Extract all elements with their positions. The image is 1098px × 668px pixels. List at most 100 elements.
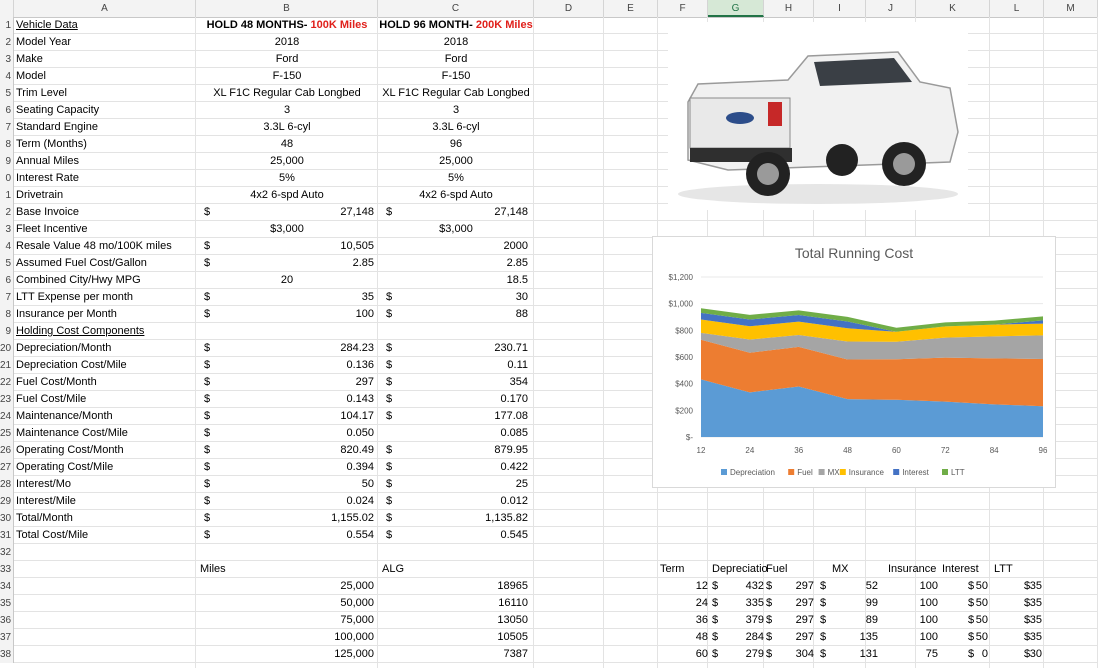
term-fuel-value[interactable]: 297 [770,612,814,629]
select-all-corner[interactable] [0,0,14,17]
row-label[interactable]: Standard Engine [16,119,98,136]
row-number[interactable]: 6 [0,272,14,289]
term-ins-value[interactable]: 100 [900,578,938,595]
term-ins-value[interactable]: 75 [900,646,938,663]
term-term-value[interactable]: 48 [660,629,708,646]
hold48-value[interactable]: 100 [300,306,374,323]
row-number[interactable]: 4 [0,68,14,85]
row-label[interactable]: Model [16,68,46,85]
row-number[interactable]: 34 [0,578,14,595]
term-dep-value[interactable]: 432 [720,578,764,595]
row-label[interactable]: Depreciation/Month [16,340,111,357]
row-number[interactable]: 7 [0,289,14,306]
row-number[interactable]: 22 [0,374,14,391]
hold48-value[interactable]: 3.3L 6-cyl [196,119,378,136]
hold48-value[interactable]: 0.050 [300,425,374,442]
term-dep-value[interactable]: 335 [720,595,764,612]
column-header-k[interactable]: K [916,0,990,17]
hold96-value[interactable]: 0.545 [450,527,528,544]
hold96-value[interactable]: 230.71 [450,340,528,357]
term-dep-value[interactable]: 379 [720,612,764,629]
column-header-l[interactable]: L [990,0,1044,17]
row-label[interactable]: Holding Cost Components [16,323,144,340]
term-fuel-value[interactable]: 297 [770,595,814,612]
row-number[interactable]: 9 [0,323,14,340]
hold48-value[interactable]: 2.85 [300,255,374,272]
row-number[interactable]: 1 [0,17,14,34]
term-dep-value[interactable]: 284 [720,629,764,646]
term-dep-value[interactable]: 279 [720,646,764,663]
row-label[interactable]: Annual Miles [16,153,79,170]
term-int-value[interactable]: 50 [952,629,988,646]
hold48-value[interactable]: 3 [196,102,378,119]
row-number[interactable]: 6 [0,102,14,119]
row-number[interactable]: 28 [0,476,14,493]
row-number[interactable]: 4 [0,238,14,255]
hold96-value[interactable]: 5% [378,170,534,187]
term-ltt-value[interactable]: 30 [1004,646,1042,663]
column-header-e[interactable]: E [604,0,658,17]
hold96-value[interactable]: 354 [450,374,528,391]
hold96-value[interactable]: $3,000 [378,221,534,238]
hold48-value[interactable]: 0.136 [300,357,374,374]
term-int-value[interactable]: 50 [952,612,988,629]
row-label[interactable]: Total Cost/Mile [16,527,88,544]
hold48-value[interactable]: 104.17 [300,408,374,425]
term-fuel-value[interactable]: 297 [770,629,814,646]
row-label[interactable]: Seating Capacity [16,102,99,119]
row-label[interactable]: Fuel Cost/Mile [16,391,86,408]
hold96-value[interactable]: 879.95 [450,442,528,459]
row-label[interactable]: Operating Cost/Mile [16,459,113,476]
row-number[interactable]: 1 [0,187,14,204]
hold48-value[interactable]: 4x2 6-spd Auto [196,187,378,204]
hold48-value[interactable]: 35 [300,289,374,306]
row-label[interactable]: Operating Cost/Month [16,442,124,459]
hold48-value[interactable]: 20 [196,272,378,289]
alg-value[interactable]: 18965 [450,578,528,595]
term-ltt-value[interactable]: 35 [1004,595,1042,612]
column-header-d[interactable]: D [534,0,604,17]
row-number[interactable]: 35 [0,595,14,612]
row-number[interactable]: 0 [0,170,14,187]
row-number[interactable]: 24 [0,408,14,425]
term-fuel-value[interactable]: 304 [770,646,814,663]
total-running-cost-chart[interactable]: Total Running Cost $- $200 $400 $600 $800 $1,… [652,236,1056,488]
hold96-value[interactable]: 2018 [378,34,534,51]
row-label[interactable]: Insurance per Month [16,306,117,323]
row-number[interactable]: 36 [0,612,14,629]
term-term-value[interactable]: 12 [660,578,708,595]
term-mx-value[interactable]: 99 [834,595,878,612]
hold96-value[interactable]: 0.085 [450,425,528,442]
column-header-h[interactable]: H [764,0,814,17]
alg-value[interactable]: 7387 [450,646,528,663]
term-mx-value[interactable]: 89 [834,612,878,629]
hold48-value[interactable]: 5% [196,170,378,187]
term-ltt-value[interactable]: 35 [1004,578,1042,595]
hold96-value[interactable]: 0.422 [450,459,528,476]
miles-value[interactable]: 25,000 [300,578,374,595]
row-label[interactable]: Interest/Mile [16,493,76,510]
term-ltt-value[interactable]: 35 [1004,612,1042,629]
row-label[interactable]: Assumed Fuel Cost/Gallon [16,255,147,272]
row-label[interactable]: Maintenance/Month [16,408,113,425]
row-number[interactable]: 37 [0,629,14,646]
hold96-value[interactable]: F-150 [378,68,534,85]
term-int-value[interactable]: 50 [952,595,988,612]
hold48-value[interactable]: 1,155.02 [300,510,374,527]
row-label[interactable]: Depreciation Cost/Mile [16,357,127,374]
term-ins-value[interactable]: 100 [900,612,938,629]
column-header-m[interactable]: M [1044,0,1098,17]
term-ins-value[interactable]: 100 [900,629,938,646]
row-number[interactable]: 20 [0,340,14,357]
miles-value[interactable]: 75,000 [300,612,374,629]
hold48-value[interactable]: 0.143 [300,391,374,408]
hold48-value[interactable]: 10,505 [300,238,374,255]
hold48-value[interactable]: 820.49 [300,442,374,459]
alg-value[interactable]: 16110 [450,595,528,612]
row-label[interactable]: Interest/Mo [16,476,71,493]
hold96-value[interactable]: 177.08 [450,408,528,425]
hold96-value[interactable]: 25 [450,476,528,493]
hold48-value[interactable]: 0.024 [300,493,374,510]
row-number[interactable]: 29 [0,493,14,510]
row-label[interactable]: Base Invoice [16,204,79,221]
